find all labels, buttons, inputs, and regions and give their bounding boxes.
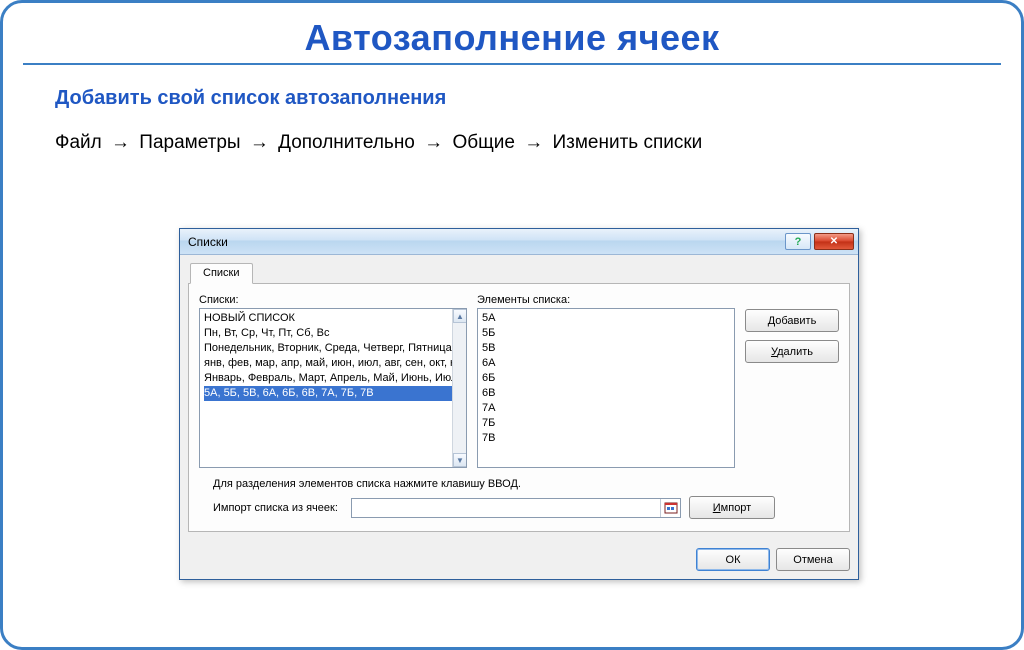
title-rule: [23, 63, 1001, 65]
scrollbar[interactable]: ▲ ▼: [452, 309, 466, 467]
scroll-up-icon[interactable]: ▲: [453, 309, 467, 323]
path-step: Дополнительно: [278, 132, 415, 153]
list-item[interactable]: НОВЫЙ СПИСОК: [204, 311, 452, 326]
element-line: 7А: [482, 401, 730, 416]
element-line: 5А: [482, 311, 730, 326]
close-button[interactable]: ✕: [814, 233, 854, 250]
menu-path: Файл → Параметры → Дополнительно → Общие…: [55, 132, 1021, 154]
list-item[interactable]: Пн, Вт, Ср, Чт, Пт, Сб, Вс: [204, 326, 452, 341]
slide-frame: Автозаполнение ячеек Добавить свой списо…: [0, 0, 1024, 650]
page-title: Автозаполнение ячеек: [3, 17, 1021, 59]
import-button[interactable]: Импорт: [689, 496, 775, 519]
dialog-titlebar[interactable]: Списки ? ✕: [180, 229, 858, 255]
lists-dialog: Списки ? ✕ Списки Списки: НОВЫЙ СПИСОКПн…: [179, 228, 859, 580]
element-line: 7Б: [482, 416, 730, 431]
elements-textbox[interactable]: 5А5Б5В6А6Б6В7А7Б7В: [477, 308, 735, 468]
elements-label: Элементы списка:: [477, 294, 735, 306]
tab-lists[interactable]: Списки: [190, 263, 253, 284]
help-button[interactable]: ?: [785, 233, 811, 250]
subtitle: Добавить свой список автозаполнения: [55, 87, 1021, 110]
lists-label: Списки:: [199, 294, 467, 306]
delete-button[interactable]: Удалить: [745, 340, 839, 363]
scroll-down-icon[interactable]: ▼: [453, 453, 467, 467]
dialog-title: Списки: [188, 235, 782, 249]
list-item[interactable]: Январь, Февраль, Март, Апрель, Май, Июнь…: [204, 371, 452, 386]
element-line: 6В: [482, 386, 730, 401]
range-picker-button[interactable]: [660, 499, 680, 517]
list-item[interactable]: 5А, 5Б, 5В, 6А, 6Б, 6В, 7А, 7Б, 7В: [204, 386, 452, 401]
list-item[interactable]: янв, фев, мар, апр, май, июн, июл, авг, …: [204, 356, 452, 371]
list-item[interactable]: Понедельник, Вторник, Среда, Четверг, Пя…: [204, 341, 452, 356]
import-range-input[interactable]: [351, 498, 681, 518]
element-line: 6А: [482, 356, 730, 371]
path-step: Изменить списки: [552, 132, 702, 153]
element-line: 5Б: [482, 326, 730, 341]
arrow-icon: →: [420, 132, 447, 153]
element-line: 6Б: [482, 371, 730, 386]
element-line: 7В: [482, 431, 730, 446]
btn-text: мпорт: [721, 502, 752, 514]
path-step: Параметры: [139, 132, 240, 153]
dialog-footer: ОК Отмена: [180, 540, 858, 579]
tab-page: Списки: НОВЫЙ СПИСОКПн, Вт, Ср, Чт, Пт, …: [188, 284, 850, 532]
cancel-button[interactable]: Отмена: [776, 548, 850, 571]
hint-text: Для разделения элементов списка нажмите …: [213, 478, 839, 490]
tab-strip: Списки: [188, 261, 850, 284]
range-picker-icon: [664, 502, 678, 514]
ok-button[interactable]: ОК: [696, 548, 770, 571]
arrow-icon: →: [246, 132, 273, 153]
btn-text: далить: [777, 346, 813, 358]
help-icon: ?: [795, 236, 802, 248]
import-label: Импорт списка из ячеек:: [213, 502, 343, 514]
path-step: Общие: [452, 132, 514, 153]
add-button[interactable]: Добавить: [745, 309, 839, 332]
dialog-body: Списки Списки: НОВЫЙ СПИСОКПн, Вт, Ср, Ч…: [180, 255, 858, 540]
arrow-icon: →: [107, 132, 134, 153]
path-step: Файл: [55, 132, 102, 153]
lists-listbox[interactable]: НОВЫЙ СПИСОКПн, Вт, Ср, Чт, Пт, Сб, ВсПо…: [199, 308, 467, 468]
btn-text: обавить: [775, 315, 816, 327]
arrow-icon: →: [520, 132, 547, 153]
element-line: 5В: [482, 341, 730, 356]
close-icon: ✕: [830, 236, 838, 247]
